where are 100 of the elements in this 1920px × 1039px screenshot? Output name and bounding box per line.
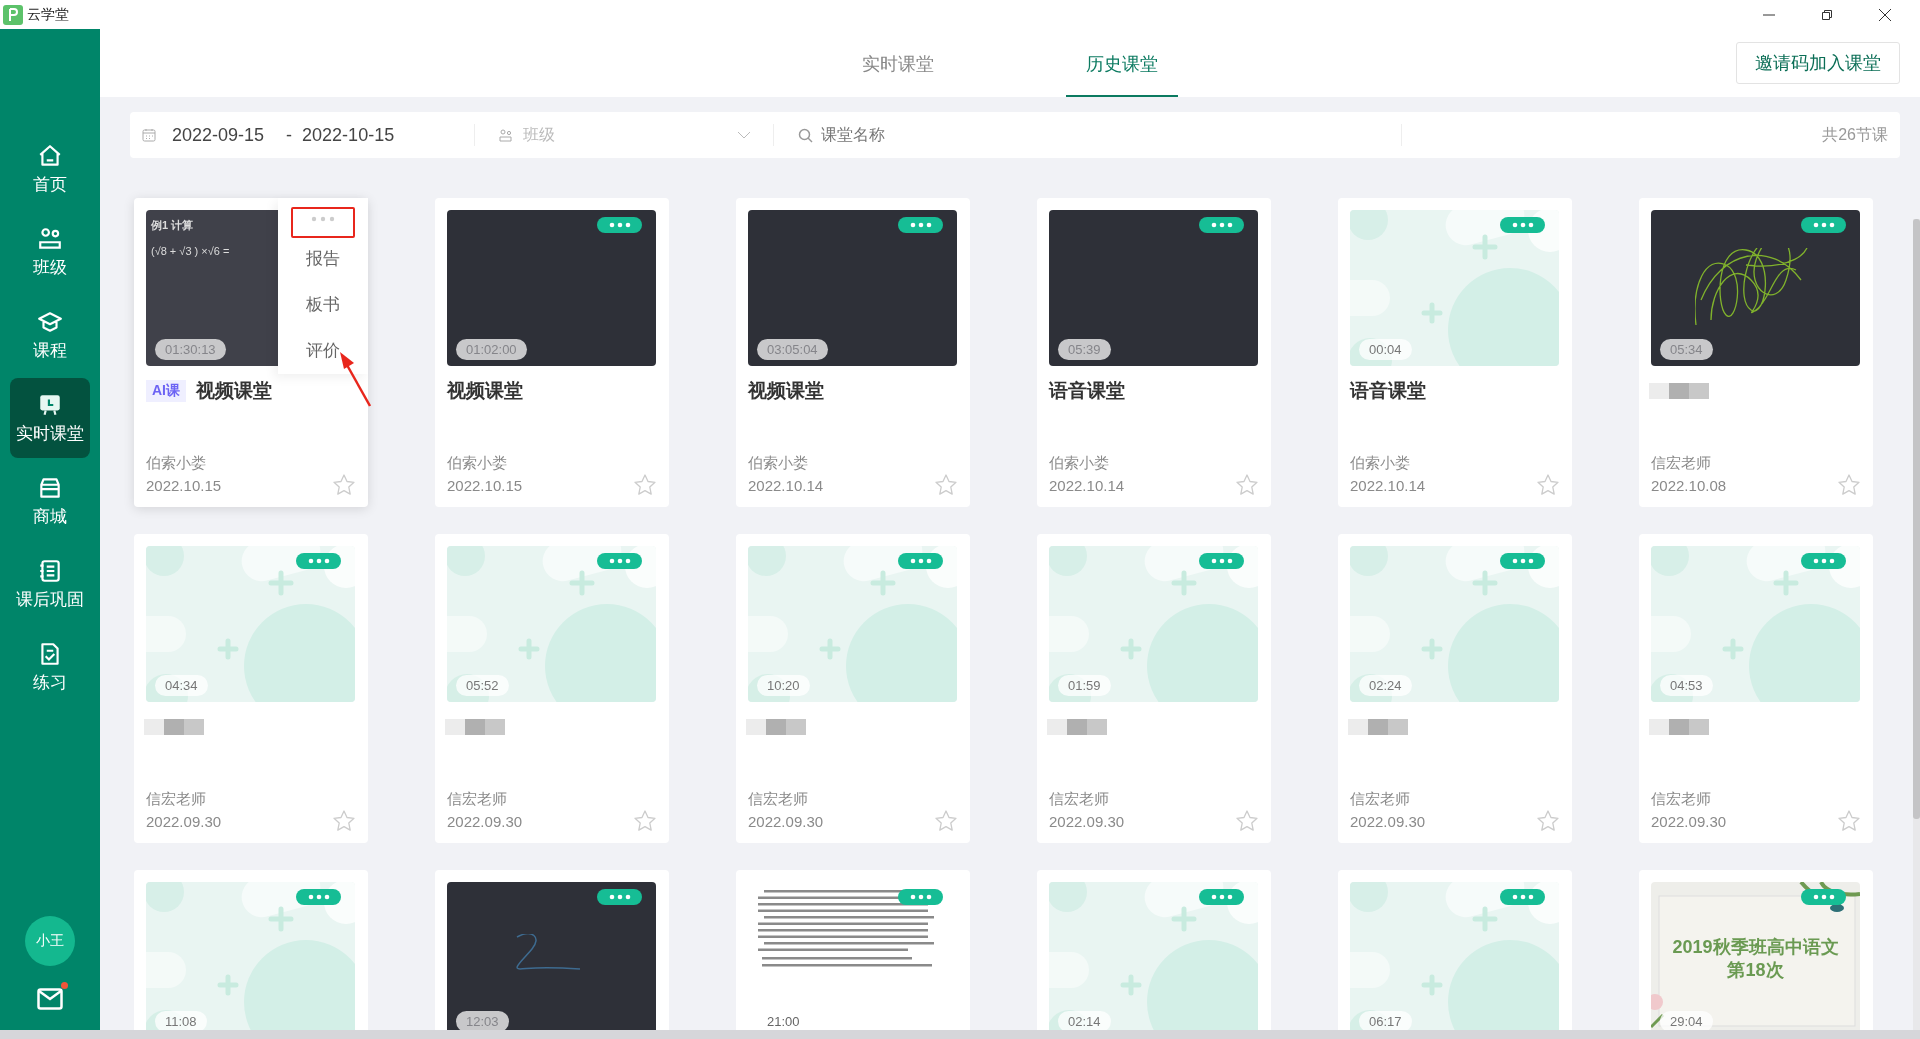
close-icon[interactable] [1879, 8, 1891, 21]
star-icon[interactable] [1536, 473, 1560, 497]
cover-text: 第18次 [1726, 959, 1785, 982]
more-button[interactable] [898, 217, 943, 233]
duration-badge: 05:52 [456, 675, 509, 696]
teacher-name: 信宏老师 [1049, 789, 1110, 809]
teacher-name: 伯索小娄 [1049, 453, 1110, 473]
join-by-code-button[interactable]: 邀请码加入课堂 [1736, 42, 1900, 84]
mail-icon[interactable] [37, 988, 63, 1010]
duration-badge: 10:20 [757, 675, 810, 696]
more-icon [1511, 894, 1534, 900]
lesson-date: 2022.10.14 [1049, 476, 1125, 496]
lesson-title: 视频课堂 [196, 379, 272, 403]
cover-text: 例1 计算 [151, 218, 195, 233]
more-icon [909, 558, 932, 564]
annotation-arrow [338, 351, 372, 407]
sidebar-item[interactable]: 课后巩固 [10, 544, 90, 624]
more-icon [608, 222, 631, 228]
tab[interactable]: 历史课堂 [1066, 29, 1178, 97]
star-icon[interactable] [1837, 809, 1861, 833]
teacher-name: 伯索小娄 [1350, 453, 1411, 473]
duration-badge: 00:04 [1359, 339, 1412, 360]
duration-badge: 11:08 [155, 1011, 207, 1030]
sidebar-item[interactable]: 商城 [10, 461, 90, 541]
duration-label: 21:00 [766, 1013, 801, 1030]
sidebar-item[interactable]: 首页 [10, 129, 90, 209]
more-button[interactable] [597, 217, 642, 233]
vertical-scrollbar[interactable] [1913, 219, 1920, 1030]
duration-badge: 02:14 [1058, 1011, 1111, 1030]
duration-badge: 01:59 [1058, 675, 1111, 696]
sidebar-item-icon [37, 557, 63, 584]
restore-icon[interactable] [1821, 8, 1833, 21]
star-icon[interactable] [1235, 809, 1259, 833]
duration-badge: 01:02:00 [456, 339, 527, 360]
more-icon [311, 215, 335, 222]
teacher-name: 信宏老师 [1350, 789, 1411, 809]
duration-badge: 04:53 [1660, 675, 1713, 696]
teacher-name: 信宏老师 [1651, 453, 1712, 473]
more-button[interactable] [1199, 217, 1244, 233]
star-icon[interactable] [332, 473, 356, 497]
duration-badge: 02:24 [1359, 675, 1412, 696]
teacher-name: 伯索小娄 [146, 453, 207, 473]
more-button[interactable] [597, 889, 642, 905]
lesson-date: 2022.10.15 [146, 476, 222, 496]
star-icon[interactable] [1837, 473, 1861, 497]
duration-badge: 04:34 [155, 675, 208, 696]
more-icon [1511, 558, 1534, 564]
sidebar-item[interactable]: 班级 [10, 212, 90, 292]
search-icon [798, 127, 814, 143]
star-icon[interactable] [332, 809, 356, 833]
sidebar-item[interactable]: 实时课堂 [10, 378, 90, 458]
chevron-down-icon [737, 131, 752, 139]
menu-item[interactable]: 报告 [306, 236, 340, 282]
more-button[interactable] [1801, 217, 1846, 233]
star-icon[interactable] [633, 809, 657, 833]
sidebar-item-icon [37, 142, 63, 169]
more-icon [608, 894, 631, 900]
more-icon [909, 222, 932, 228]
lesson-date: 2022.10.14 [748, 476, 824, 496]
ai-tag: AI课 [146, 380, 186, 402]
sidebar-item[interactable]: 课程 [10, 295, 90, 375]
more-icon [1210, 894, 1233, 900]
sidebar-item-icon [37, 225, 63, 252]
duration-badge: 01:30:13 [155, 339, 226, 360]
app-logo-icon [3, 4, 23, 25]
lesson-date: 2022.10.15 [447, 476, 523, 496]
annotation-box [291, 207, 355, 238]
star-icon[interactable] [934, 473, 958, 497]
duration-badge: 29:04 [1660, 1011, 1713, 1030]
more-icon [1812, 558, 1835, 564]
lesson-title: 视频课堂 [748, 379, 824, 403]
lesson-title: 语音课堂 [1049, 379, 1125, 403]
user-avatar[interactable]: 小王 [25, 916, 75, 966]
calendar-icon[interactable] [142, 128, 156, 142]
lesson-date: 2022.10.14 [1350, 476, 1426, 496]
end-date-field[interactable]: 2022-10-15 [302, 124, 395, 146]
lesson-title: 视频课堂 [447, 379, 523, 403]
people-icon [499, 128, 513, 142]
more-icon [307, 558, 330, 564]
teacher-name: 信宏老师 [146, 789, 207, 809]
lesson-date: 2022.09.30 [1350, 812, 1426, 832]
tab[interactable]: 实时课堂 [842, 29, 954, 97]
more-icon [608, 558, 631, 564]
star-icon[interactable] [1536, 809, 1560, 833]
teacher-name: 信宏老师 [1651, 789, 1712, 809]
star-icon[interactable] [633, 473, 657, 497]
menu-item[interactable]: 板书 [306, 282, 340, 328]
horizontal-scrollbar[interactable] [0, 1030, 1920, 1039]
date-separator: - [286, 124, 293, 146]
start-date-field[interactable]: 2022-09-15 [172, 124, 265, 146]
sidebar-item[interactable]: 练习 [10, 627, 90, 707]
duration-badge: 12:03 [456, 1011, 509, 1030]
lesson-title: 语音课堂 [1350, 379, 1426, 403]
star-icon[interactable] [934, 809, 958, 833]
lesson-date: 2022.09.30 [146, 812, 222, 832]
teacher-name: 伯索小娄 [748, 453, 809, 473]
duration-badge: 03:05:04 [757, 339, 828, 360]
star-icon[interactable] [1235, 473, 1259, 497]
duration-badge: 05:34 [1660, 339, 1713, 360]
lesson-date: 2022.09.30 [1049, 812, 1125, 832]
